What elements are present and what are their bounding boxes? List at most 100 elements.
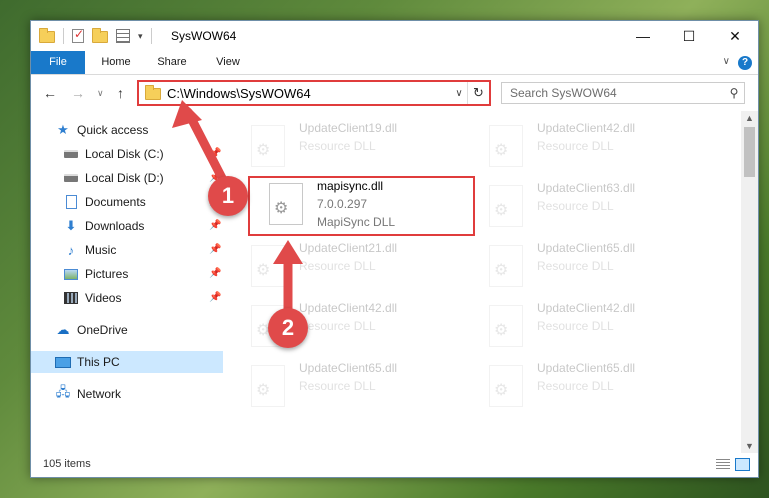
recent-locations-icon[interactable]: ∨ xyxy=(97,88,104,99)
sidebar-item-local-disk-d[interactable]: Local Disk (D:) xyxy=(63,167,164,189)
address-dropdown-icon[interactable]: ∨ xyxy=(451,88,467,99)
dll-file-icon: ⚙ xyxy=(489,365,523,407)
folder-icon xyxy=(145,85,161,100)
dll-file-icon: ⚙ xyxy=(251,125,285,167)
dll-file-icon: ⚙ xyxy=(489,125,523,167)
address-bar[interactable]: C:\Windows\SysWOW64 ∨ ↻ xyxy=(137,80,491,106)
quick-access-toolbar: ▾ xyxy=(39,27,152,44)
file-type: Resource DLL xyxy=(537,379,614,393)
drive-icon xyxy=(63,170,79,186)
sidebar-item-videos[interactable]: Videos xyxy=(63,287,121,309)
caption-buttons: — ☐ ✕ xyxy=(620,21,758,51)
file-name: UpdateClient42.dll xyxy=(537,121,636,135)
address-path[interactable]: C:\Windows\SysWOW64 xyxy=(167,86,451,101)
file-type: Resource DLL xyxy=(537,319,614,333)
file-name: UpdateClient65.dll xyxy=(537,361,636,375)
sidebar-item-this-pc[interactable]: This PC xyxy=(31,351,223,373)
sidebar-item-label: Quick access xyxy=(77,123,149,137)
file-name: UpdateClient63.dll xyxy=(537,181,636,195)
callout-step-2: 2 xyxy=(268,308,308,348)
tab-share[interactable]: Share xyxy=(151,51,193,74)
file-tile[interactable]: ⚙ UpdateClient42.dll Resource DLL xyxy=(469,117,695,177)
tab-home[interactable]: Home xyxy=(95,51,137,74)
sidebar-item-label: Local Disk (D:) xyxy=(85,171,164,185)
search-input[interactable]: Search SysWOW64 xyxy=(502,86,724,100)
this-pc-icon xyxy=(55,354,71,370)
pin-icon: 📌 xyxy=(209,220,222,231)
sidebar-item-network[interactable]: 🖧 Network xyxy=(55,383,121,405)
folder-icon xyxy=(39,28,55,43)
sidebar-item-label: Network xyxy=(77,387,122,401)
close-button[interactable]: ✕ xyxy=(712,21,758,51)
file-tile[interactable]: ⚙ UpdateClient21.dll Resource DLL xyxy=(231,237,457,297)
file-tile[interactable]: ⚙ UpdateClient65.dll Resource DLL xyxy=(469,237,695,297)
file-tile[interactable]: ⚙ UpdateClient42.dll Resource DLL xyxy=(469,297,695,357)
file-type: Resource DLL xyxy=(299,139,376,153)
sidebar-item-pictures[interactable]: Pictures xyxy=(63,263,128,285)
file-name: UpdateClient65.dll xyxy=(299,361,398,375)
file-tile[interactable]: ⚙ UpdateClient19.dll Resource DLL xyxy=(231,117,457,177)
refresh-icon[interactable]: ↻ xyxy=(467,82,489,104)
tab-file[interactable]: File xyxy=(31,51,85,74)
explorer-window: ▾ SysWOW64 — ☐ ✕ File Home Share View ∨ … xyxy=(30,20,759,478)
item-count: 105 items xyxy=(43,458,91,470)
downloads-icon: ⬇ xyxy=(65,218,77,233)
file-highlight-box xyxy=(248,176,475,236)
scroll-up-icon[interactable]: ▲ xyxy=(741,113,758,123)
file-name: UpdateClient19.dll xyxy=(299,121,398,135)
search-icon[interactable]: ⚲ xyxy=(724,86,744,100)
maximize-button[interactable]: ☐ xyxy=(666,21,712,51)
sidebar-item-label: This PC xyxy=(77,355,120,369)
up-icon[interactable]: ↑ xyxy=(117,85,124,101)
vertical-scrollbar[interactable]: ▲ ▼ xyxy=(741,111,758,453)
file-type: Resource DLL xyxy=(537,259,614,273)
pictures-icon xyxy=(63,266,79,282)
customize-toolbar-icon[interactable] xyxy=(116,29,130,43)
sidebar-item-documents[interactable]: Documents xyxy=(63,191,146,213)
toolbar-divider xyxy=(63,28,64,44)
videos-icon xyxy=(63,290,79,306)
back-icon[interactable]: ← xyxy=(43,85,57,101)
search-box[interactable]: Search SysWOW64 ⚲ xyxy=(501,82,745,104)
properties-check-icon[interactable] xyxy=(72,27,84,43)
file-name: UpdateClient21.dll xyxy=(299,241,398,255)
file-type: Resource DLL xyxy=(299,379,376,393)
scrollbar-thumb[interactable] xyxy=(744,127,755,177)
sidebar-item-quick-access[interactable]: ★ Quick access xyxy=(55,119,148,141)
file-type: Resource DLL xyxy=(299,259,376,273)
forward-icon[interactable]: → xyxy=(71,85,85,101)
sidebar-item-label: Videos xyxy=(85,291,122,305)
tiles-view-icon[interactable] xyxy=(735,458,750,471)
file-tile[interactable]: ⚙ UpdateClient65.dll Resource DLL xyxy=(469,357,695,417)
qat-dropdown-icon[interactable]: ▾ xyxy=(138,31,143,42)
ribbon-tabs: File Home Share View ∨ ? xyxy=(31,51,758,75)
sidebar-item-local-disk-c[interactable]: Local Disk (C:) xyxy=(63,143,164,165)
file-tile[interactable]: ⚙ UpdateClient65.dll Resource DLL xyxy=(231,357,457,417)
sidebar-item-label: Downloads xyxy=(85,219,145,233)
onedrive-icon: ☁ xyxy=(56,322,70,337)
sidebar-item-onedrive[interactable]: ☁ OneDrive xyxy=(55,319,128,341)
navigation-pane: ★ Quick access Local Disk (C:) 📌 Local D… xyxy=(31,111,223,453)
file-list: ⚙ UpdateClient19.dll Resource DLL ⚙ mapi… xyxy=(231,111,741,453)
expand-ribbon-icon[interactable]: ∨ xyxy=(723,56,730,67)
file-name: UpdateClient42.dll xyxy=(537,301,636,315)
details-view-icon[interactable] xyxy=(716,459,730,471)
file-type: Resource DLL xyxy=(299,319,376,333)
sidebar-item-downloads[interactable]: ⬇ Downloads xyxy=(63,215,145,237)
minimize-button[interactable]: — xyxy=(620,21,666,51)
sidebar-item-music[interactable]: ♪ Music xyxy=(63,239,117,261)
drive-icon xyxy=(63,146,79,162)
music-icon: ♪ xyxy=(67,242,75,258)
title-bar: ▾ SysWOW64 — ☐ ✕ xyxy=(31,21,758,51)
file-tile[interactable]: ⚙ UpdateClient42.dll Resource DLL xyxy=(231,297,457,357)
file-tile[interactable]: ⚙ UpdateClient63.dll Resource DLL xyxy=(469,177,695,237)
file-name: UpdateClient65.dll xyxy=(537,241,636,255)
new-folder-icon[interactable] xyxy=(92,28,108,43)
network-icon: 🖧 xyxy=(55,384,71,399)
file-name: UpdateClient42.dll xyxy=(299,301,398,315)
documents-icon xyxy=(63,194,79,210)
help-icon[interactable]: ? xyxy=(738,56,752,70)
navigation-bar: ← → ∨ ↑ C:\Windows\SysWOW64 ∨ ↻ Search S… xyxy=(31,75,758,111)
scroll-down-icon[interactable]: ▼ xyxy=(741,441,758,451)
tab-view[interactable]: View xyxy=(207,51,249,74)
